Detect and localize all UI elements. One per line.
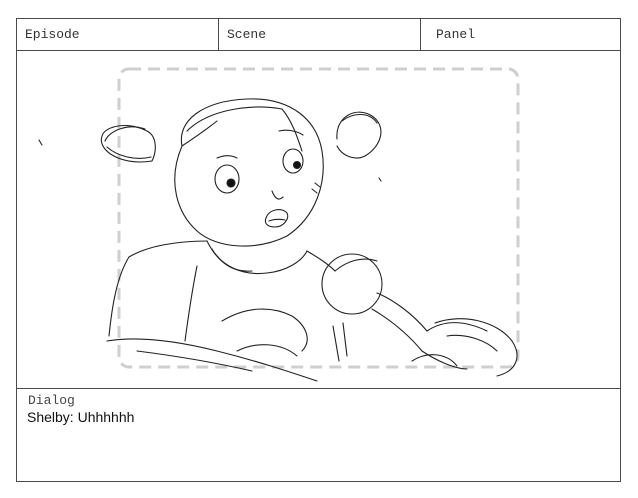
dialog-label: Dialog: [28, 393, 75, 408]
scene-label: Scene: [219, 19, 421, 50]
header-row: Episode Scene Panel: [17, 19, 620, 51]
panel-label: Panel: [436, 27, 476, 42]
sketch-illustration: [38, 67, 520, 382]
storyboard-panel: [17, 51, 620, 389]
character-sketch: [38, 98, 518, 382]
storyboard-sheet: Episode Scene Panel Dialog Shelby: Uhhhh…: [16, 18, 621, 482]
dialog-section: Dialog Shelby: Uhhhhhh: [17, 389, 620, 481]
episode-label: Episode: [17, 19, 219, 50]
dialog-text: Shelby: Uhhhhhh: [27, 409, 135, 425]
